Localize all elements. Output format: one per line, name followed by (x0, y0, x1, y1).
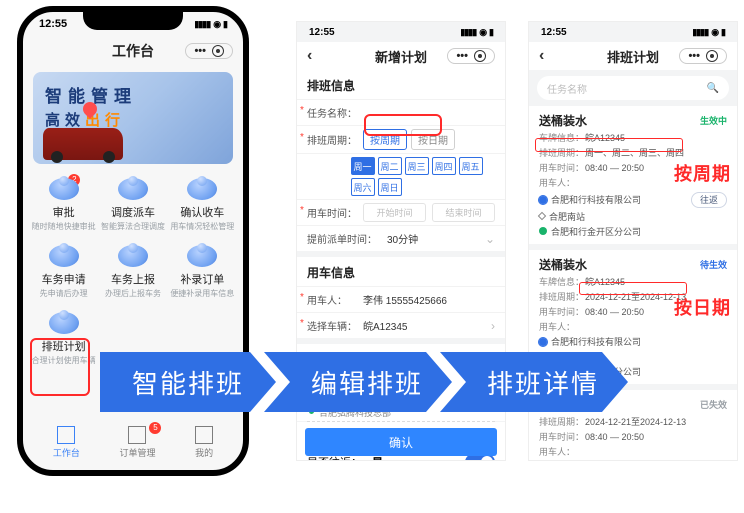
flow-step-1: 智能排班 (100, 352, 276, 412)
row-use-time[interactable]: 用车时间： 开始时间 结束时间 (297, 199, 505, 225)
search-placeholder: 任务名称 (547, 81, 587, 96)
chevron-right-icon: › (491, 319, 495, 333)
seg-bydate[interactable]: 按日期 (411, 129, 455, 150)
people-icon (49, 178, 79, 200)
day-sun[interactable]: 周日 (378, 178, 402, 196)
row-days: 周一 周二 周三 周四 周五 周六 周日 (297, 153, 505, 199)
row-cycle: 排班周期： 按周期 按日期 (297, 125, 505, 153)
search-icon: 🔍 (707, 83, 719, 94)
app-schedule-plan[interactable]: 排班计划 合理计划使用车辆 (29, 306, 98, 373)
more-icon: ••• (194, 45, 206, 57)
status-bar: 12:55 ▮▮▮▮◉▮ (529, 22, 737, 42)
page-title: 排班计划 (607, 47, 659, 66)
app-checkin[interactable]: 确认收车 用车情况轻松管理 (168, 172, 237, 239)
day-fri[interactable]: 周五 (459, 157, 483, 175)
app-approval[interactable]: 2 审批 随时随地快捷审批 (29, 172, 98, 239)
nav-bar: ‹ 新增计划 ••• (297, 42, 505, 70)
back-icon[interactable]: ‹ (307, 47, 312, 65)
battery-icon: ▮ (223, 19, 227, 30)
app-order-supplement[interactable]: 补录订单 便捷补录用车信息 (168, 239, 237, 306)
close-capsule-icon[interactable] (474, 50, 486, 62)
nav-menu[interactable]: ••• (185, 43, 233, 59)
day-sat[interactable]: 周六 (351, 178, 375, 196)
people-icon (118, 178, 148, 200)
section-schedule-info: 排班信息 (297, 70, 505, 99)
wifi-icon: ◉ (213, 19, 220, 30)
status-icons: ▮▮▮▮◉▮ (460, 27, 493, 38)
tab-profile[interactable]: 我的 (195, 426, 213, 459)
page-title: 新增计划 (375, 47, 427, 66)
confirm-button[interactable]: 确认 (305, 428, 497, 456)
mini-program-menu[interactable]: ••• (185, 43, 233, 59)
status-time: 12:55 (541, 27, 567, 38)
row-user[interactable]: 用车人： 李伟 15555425666 (297, 286, 505, 312)
row-task-name[interactable]: 任务名称： (297, 99, 505, 125)
people-icon (187, 245, 217, 267)
row-vehicle[interactable]: 选择车辆： 皖A12345 › (297, 312, 505, 338)
flow-step-2: 编辑排班 (264, 352, 452, 412)
hero-banner[interactable]: 智能管理 高效出行 (33, 72, 233, 164)
bottom-tab-bar: 工作台 5 订单管理 我的 (23, 420, 243, 464)
car-illustration (43, 128, 123, 160)
banner-title-1: 智能管理 (45, 82, 221, 107)
start-time-input[interactable]: 开始时间 (363, 203, 426, 222)
app-vehicle-apply[interactable]: 车务申请 先申请后办理 (29, 239, 98, 306)
badge-count: 5 (149, 422, 161, 434)
day-tue[interactable]: 周二 (378, 157, 402, 175)
chevron-down-icon: ⌄ (485, 232, 495, 246)
nav-bar: ‹ 排班计划 ••• (529, 42, 737, 70)
people-icon (49, 245, 79, 267)
status-time: 12:55 (309, 27, 335, 38)
app-dispatch[interactable]: 调度派车 智能算法合理调度 (98, 172, 167, 239)
annotation-weekly: 按周期 (674, 160, 731, 186)
app-grid: 2 审批 随时随地快捷审批 调度派车 智能算法合理调度 确认收车 用车情况轻松管… (23, 172, 243, 374)
segmented-cycle[interactable]: 按周期 按日期 (363, 129, 455, 150)
tab-workbench[interactable]: 工作台 (53, 426, 80, 459)
day-mon[interactable]: 周一 (351, 157, 375, 175)
end-time-input[interactable]: 结束时间 (432, 203, 495, 222)
close-capsule-icon[interactable] (212, 45, 224, 57)
section-car-info: 用车信息 (297, 251, 505, 286)
nav-bar: 工作台 ••• (23, 36, 243, 66)
flow-step-3: 排班详情 (440, 352, 628, 412)
row-lead-time[interactable]: 提前派单时间： 30分钟 ⌄ (297, 225, 505, 251)
round-trip-pill[interactable]: 往返 (691, 192, 727, 208)
nav-menu[interactable]: ••• (447, 48, 495, 64)
people-icon (49, 312, 79, 334)
process-flow: 智能排班 编辑排班 排班详情 (100, 348, 720, 416)
day-wed[interactable]: 周三 (405, 157, 429, 175)
time-range-input[interactable]: 开始时间 结束时间 (363, 203, 495, 222)
grid-icon (57, 426, 75, 444)
callout-highlight-daterange (579, 282, 687, 295)
iphone-notch (83, 12, 183, 30)
back-icon[interactable]: ‹ (539, 47, 544, 65)
weekday-picker[interactable]: 周一 周二 周三 周四 周五 周六 周日 (351, 157, 496, 196)
grid-icon (195, 426, 213, 444)
annotation-daterange: 按日期 (674, 294, 731, 320)
banner-title-2: 高效出行 (45, 109, 221, 130)
people-icon (118, 245, 148, 267)
status-icons: ▮▮▮▮◉▮ (194, 19, 227, 30)
day-thu[interactable]: 周四 (432, 157, 456, 175)
app-vehicle-report[interactable]: 车务上报 办理后上报车务 (98, 239, 167, 306)
close-capsule-icon[interactable] (706, 50, 718, 62)
tab-orders[interactable]: 5 订单管理 (119, 426, 155, 459)
page-title: 工作台 (112, 41, 154, 61)
search-input[interactable]: 任务名称 🔍 (537, 76, 729, 100)
signal-icon: ▮▮▮▮ (194, 19, 210, 30)
people-icon (187, 178, 217, 200)
grid-icon (128, 426, 146, 444)
seg-weekly[interactable]: 按周期 (363, 129, 407, 150)
callout-highlight-weekly (535, 138, 683, 152)
status-time: 12:55 (39, 18, 67, 30)
status-bar: 12:55 ▮▮▮▮◉▮ (297, 22, 505, 42)
